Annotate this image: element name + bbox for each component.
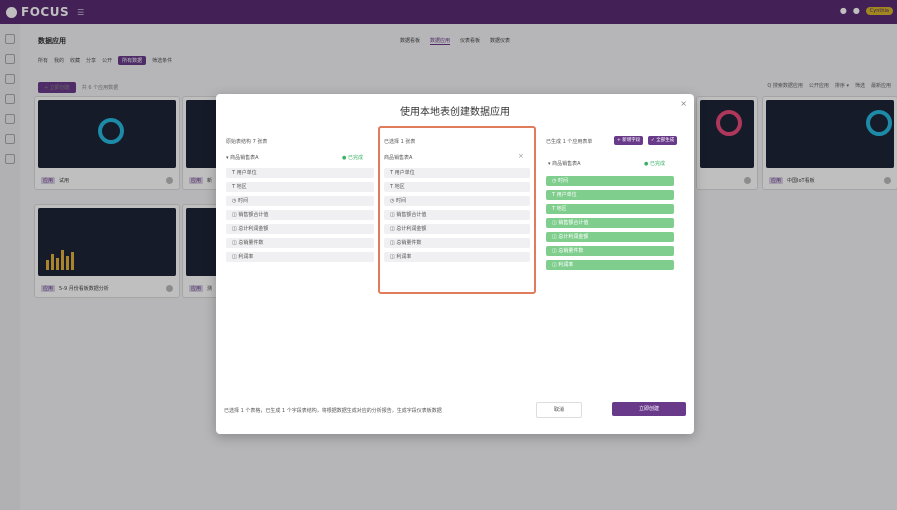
list-item[interactable]: ◫ 利润率 <box>384 252 530 262</box>
create-now-button[interactable]: 立即创建 <box>612 402 686 416</box>
modal-title: 使用本地表创建数据应用 <box>400 107 510 118</box>
list-item[interactable]: ◷ 时间 <box>546 176 674 186</box>
selected-head: 已选择 1 张表 <box>384 139 416 145</box>
list-item[interactable]: ◫ 总计利润金额 <box>546 232 674 242</box>
list-item[interactable]: ◫ 总计利润金额 <box>384 224 530 234</box>
list-item[interactable]: ◫ 总计利润金额 <box>226 224 374 234</box>
source-group-badge: ● 已完成 <box>342 155 363 161</box>
list-item[interactable]: T 地区 <box>226 182 374 192</box>
generated-head: 已生成 1 个应用表单 <box>546 139 593 145</box>
selected-group: 商品销售表A <box>384 155 413 161</box>
list-item[interactable]: ◫ 总销量件数 <box>546 246 674 256</box>
source-group[interactable]: ▾ 商品销售表A <box>226 154 259 161</box>
cancel-button[interactable]: 取消 <box>536 402 582 418</box>
list-item[interactable]: T 地区 <box>384 182 530 192</box>
list-item[interactable]: T 用户单位 <box>226 168 374 178</box>
generate-all-button[interactable]: ✓ 全部生成 <box>648 136 678 145</box>
list-item[interactable]: T 用户单位 <box>546 190 674 200</box>
list-item[interactable]: ◷ 时间 <box>384 196 530 206</box>
modal-footer-text: 已选择 1 个表格，已生成 1 个字段表结构，将根据数据生成对应的分析报告，生成… <box>224 408 442 414</box>
list-item[interactable]: ◫ 总销量件数 <box>384 238 530 248</box>
list-item[interactable]: ◫ 总销量件数 <box>226 238 374 248</box>
add-field-button[interactable]: + 新增字段 <box>614 136 644 145</box>
list-item[interactable]: T 地区 <box>546 204 674 214</box>
generated-group-badge: ● 已完成 <box>644 161 665 167</box>
close-icon[interactable]: × <box>680 99 687 108</box>
create-app-modal: 使用本地表创建数据应用 × 原始表结构 7 张表 ▾ 商品销售表A ● 已完成 … <box>216 94 694 434</box>
list-item[interactable]: T 用户单位 <box>384 168 530 178</box>
list-item[interactable]: ◫ 销售额合计值 <box>384 210 530 220</box>
list-item[interactable]: ◫ 利润率 <box>226 252 374 262</box>
source-head: 原始表结构 7 张表 <box>226 139 268 145</box>
list-item[interactable]: ◫ 销售额合计值 <box>226 210 374 220</box>
list-item[interactable]: ◫ 销售额合计值 <box>546 218 674 228</box>
close-icon[interactable]: × <box>518 152 524 160</box>
list-item[interactable]: ◫ 利润率 <box>546 260 674 270</box>
generated-group[interactable]: ▾ 商品销售表A <box>548 160 581 167</box>
list-item[interactable]: ◷ 时间 <box>226 196 374 206</box>
